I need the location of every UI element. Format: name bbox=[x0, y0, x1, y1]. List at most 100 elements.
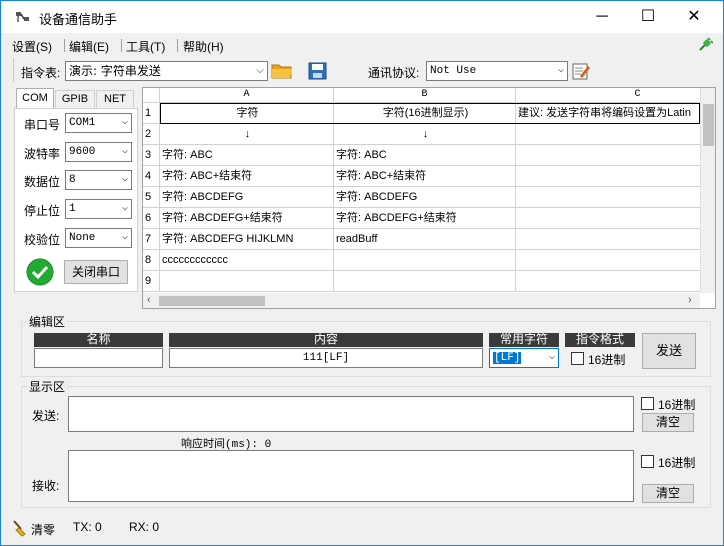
grid-cell-c[interactable]: 建议: 发送字符串将编码设置为Latin bbox=[516, 103, 715, 124]
protocol-select[interactable]: Not Use ⌵ bbox=[426, 61, 568, 81]
recv-hex-checkbox[interactable] bbox=[641, 455, 654, 468]
broom-icon[interactable] bbox=[11, 519, 29, 537]
grid-cell-b[interactable]: 字符: ABCDEFG bbox=[334, 187, 516, 208]
serial-settings-panel: 串口号 COM1 ⌵ 波特率 9600 ⌵ 数据位 8 ⌵ 停止位 1 ⌵ 校验位 No… bbox=[14, 108, 138, 292]
grid-cell-b[interactable]: 字符: ABC bbox=[334, 145, 516, 166]
menu-help[interactable]: 帮助(H) bbox=[183, 38, 224, 55]
edit-protocol-icon[interactable] bbox=[571, 61, 591, 81]
stopbits-label: 停止位 bbox=[24, 204, 61, 218]
vertical-scroll-thumb[interactable] bbox=[703, 104, 714, 146]
port-value: COM1 bbox=[69, 117, 96, 129]
parity-select[interactable]: None ⌵ bbox=[65, 228, 132, 248]
send-textarea[interactable] bbox=[68, 396, 634, 432]
cmd-table-select[interactable]: 演示: 字符串发送 ⌵ bbox=[65, 61, 268, 81]
edit-hex-label: 16进制 bbox=[588, 353, 626, 367]
port-select[interactable]: COM1 ⌵ bbox=[65, 113, 132, 133]
window-title: 设备通信助手 bbox=[39, 12, 118, 27]
menu-bar: 设置(S) 编辑(E) 工具(T) 帮助(H) bbox=[1, 34, 723, 56]
grid-cell-a[interactable]: 字符: ABCDEFG+结束符 bbox=[160, 208, 334, 229]
grid-cell-c[interactable] bbox=[516, 250, 715, 271]
scroll-left-icon[interactable]: ‹ bbox=[147, 294, 151, 306]
send-clear-button[interactable]: 清空 bbox=[642, 413, 694, 432]
row-header[interactable]: 2 bbox=[143, 124, 160, 145]
chevron-down-icon: ⌵ bbox=[548, 352, 555, 363]
scroll-right-icon[interactable]: › bbox=[688, 294, 692, 306]
row-header[interactable]: 5 bbox=[143, 187, 160, 208]
status-bar: 清零 TX: 0 RX: 0 bbox=[1, 515, 723, 545]
column-header-a[interactable]: A bbox=[160, 88, 334, 103]
tab-net[interactable]: NET bbox=[96, 90, 134, 108]
recv-clear-button[interactable]: 清空 bbox=[642, 484, 694, 503]
grid-cell-c[interactable] bbox=[516, 124, 715, 145]
tx-counter: TX: 0 bbox=[73, 520, 102, 534]
column-header-b[interactable]: B bbox=[334, 88, 516, 103]
send-button[interactable]: 发送 bbox=[642, 333, 696, 369]
common-chars-header: 常用字符 bbox=[489, 333, 559, 347]
stopbits-value: 1 bbox=[69, 203, 76, 215]
grid-cell-b[interactable]: 字符: ABCDEFG+结束符 bbox=[334, 208, 516, 229]
grid-cell-a[interactable]: cccccccccccc bbox=[160, 250, 334, 271]
row-header[interactable]: 1 bbox=[143, 103, 160, 124]
maximize-button[interactable]: ☐ bbox=[625, 1, 671, 33]
stopbits-select[interactable]: 1 ⌵ bbox=[65, 199, 132, 219]
column-header-c[interactable]: C bbox=[516, 88, 715, 103]
row-header[interactable]: 4 bbox=[143, 166, 160, 187]
parity-value: None bbox=[69, 232, 96, 244]
grid-cell-b[interactable]: readBuff bbox=[334, 229, 516, 250]
grid-cell-c[interactable] bbox=[516, 166, 715, 187]
grid-cell-b[interactable] bbox=[334, 271, 516, 292]
grid-cell-c[interactable] bbox=[516, 271, 715, 292]
grid-cell-a[interactable]: 字符: ABCDEFG HIJKLMN bbox=[160, 229, 334, 250]
clear-counters-button[interactable]: 清零 bbox=[31, 521, 55, 538]
connection-plug-icon[interactable] bbox=[697, 37, 713, 53]
horizontal-scrollbar[interactable]: ‹ › bbox=[143, 293, 700, 308]
databits-select[interactable]: 8 ⌵ bbox=[65, 170, 132, 190]
menu-settings[interactable]: 设置(S) bbox=[12, 38, 52, 55]
grid-cell-a[interactable]: 字符: ABCDEFG bbox=[160, 187, 334, 208]
grid-cell-b[interactable]: 字符(16进制显示) bbox=[334, 103, 516, 124]
grid-cell-b[interactable]: ↓ bbox=[334, 124, 516, 145]
vertical-scrollbar[interactable] bbox=[700, 88, 715, 293]
row-header[interactable]: 7 bbox=[143, 229, 160, 250]
name-input[interactable] bbox=[34, 348, 163, 368]
menu-separator bbox=[177, 39, 178, 52]
tab-gpib[interactable]: GPIB bbox=[55, 90, 95, 108]
common-chars-select[interactable]: [LF] ⌵ bbox=[489, 348, 559, 368]
menu-tools[interactable]: 工具(T) bbox=[126, 38, 165, 55]
response-time: 响应时间(ms): 0 bbox=[181, 439, 272, 451]
grid-cell-c[interactable] bbox=[516, 229, 715, 250]
tab-com[interactable]: COM bbox=[16, 88, 54, 108]
row-header[interactable]: 3 bbox=[143, 145, 160, 166]
command-grid: A B C 1 字符 字符(16进制显示) 建议: 发送字符串将编码设置为Latin 2… bbox=[142, 87, 716, 309]
grid-cell-c[interactable] bbox=[516, 187, 715, 208]
recv-textarea[interactable] bbox=[68, 450, 634, 502]
baud-select[interactable]: 9600 ⌵ bbox=[65, 142, 132, 162]
grid-cell-b[interactable] bbox=[334, 250, 516, 271]
grid-cell-a[interactable]: ↓ bbox=[160, 124, 334, 145]
close-port-button[interactable]: 关闭串口 bbox=[64, 260, 128, 284]
menu-separator bbox=[121, 39, 122, 52]
close-button[interactable]: ✕ bbox=[671, 1, 717, 33]
edit-hex-checkbox[interactable] bbox=[571, 352, 584, 365]
row-header[interactable]: 8 bbox=[143, 250, 160, 271]
grid-cell-a[interactable]: 字符 bbox=[160, 103, 334, 124]
databits-label: 数据位 bbox=[24, 175, 61, 189]
content-input[interactable]: 111[LF] bbox=[169, 348, 483, 368]
chevron-down-icon: ⌵ bbox=[121, 146, 128, 157]
save-icon[interactable] bbox=[308, 62, 327, 80]
grid-cell-b[interactable]: 字符: ABC+结束符 bbox=[334, 166, 516, 187]
grid-cell-a[interactable]: 字符: ABC bbox=[160, 145, 334, 166]
chevron-down-icon: ⌵ bbox=[121, 117, 128, 128]
horizontal-scroll-thumb[interactable] bbox=[159, 296, 265, 306]
grid-cell-a[interactable]: 字符: ABC+结束符 bbox=[160, 166, 334, 187]
menu-edit[interactable]: 编辑(E) bbox=[69, 38, 109, 55]
row-header[interactable]: 6 bbox=[143, 208, 160, 229]
grid-cell-a[interactable] bbox=[160, 271, 334, 292]
app-window: 设备通信助手 ─ ☐ ✕ 设置(S) 编辑(E) 工具(T) 帮助(H) 指令表… bbox=[0, 0, 724, 546]
row-header[interactable]: 9 bbox=[143, 271, 160, 292]
open-folder-icon[interactable] bbox=[271, 62, 293, 80]
grid-cell-c[interactable] bbox=[516, 208, 715, 229]
grid-cell-c[interactable] bbox=[516, 145, 715, 166]
send-hex-checkbox[interactable] bbox=[641, 397, 654, 410]
minimize-button[interactable]: ─ bbox=[579, 1, 625, 33]
